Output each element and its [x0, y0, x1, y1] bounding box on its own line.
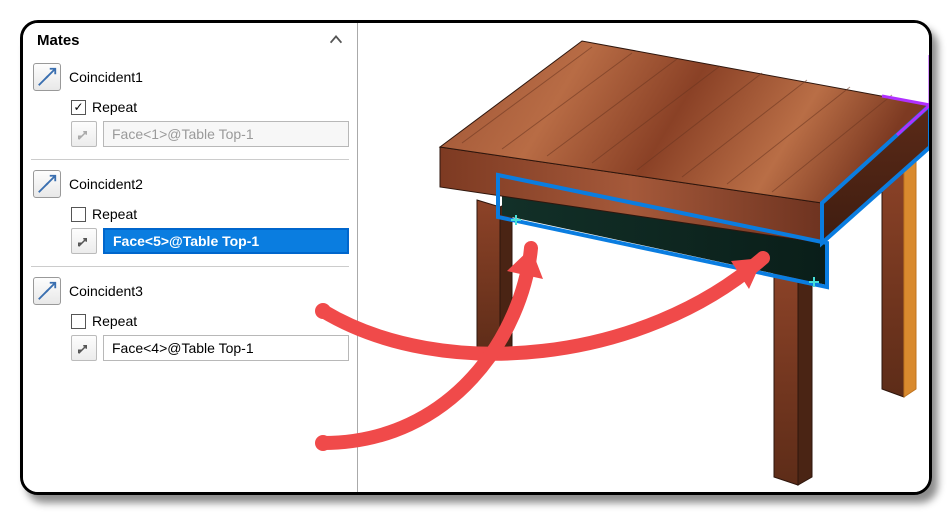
mate-group-2: Coincident2 Repeat Face<5>@Table Top-1 [31, 168, 349, 262]
reference-row: Face<1>@Table Top-1 [31, 121, 349, 155]
reference-row: Face<5>@Table Top-1 [31, 228, 349, 262]
coincident-mate-icon [33, 63, 61, 91]
mates-panel: Mates Coincident1 Repeat [23, 23, 358, 492]
mate-row[interactable]: Coincident3 [31, 275, 349, 311]
repeat-row[interactable]: Repeat [31, 311, 349, 335]
mate-row[interactable]: Coincident1 [31, 61, 349, 97]
mate-group-3: Coincident3 Repeat Face<4>@Table Top-1 [31, 275, 349, 369]
mate-name: Coincident2 [69, 176, 143, 192]
reference-field[interactable]: Face<5>@Table Top-1 [103, 228, 349, 254]
mate-name: Coincident1 [69, 69, 143, 85]
repeat-checkbox[interactable] [71, 100, 86, 115]
table-3d-model[interactable] [382, 25, 932, 495]
panel-header[interactable]: Mates [31, 27, 349, 55]
panel-title: Mates [37, 32, 80, 49]
replace-reference-icon[interactable] [71, 335, 97, 361]
repeat-label: Repeat [92, 99, 137, 115]
divider [31, 266, 349, 267]
reference-field[interactable]: Face<1>@Table Top-1 [103, 121, 349, 147]
reference-text: Face<5>@Table Top-1 [113, 233, 259, 249]
mate-name: Coincident3 [69, 283, 143, 299]
replace-reference-icon[interactable] [71, 121, 97, 147]
repeat-label: Repeat [92, 313, 137, 329]
mate-group-1: Coincident1 Repeat Face<1>@Table Top-1 [31, 61, 349, 155]
reference-text: Face<4>@Table Top-1 [112, 340, 254, 356]
reference-row: Face<4>@Table Top-1 [31, 335, 349, 369]
divider [31, 159, 349, 160]
repeat-row[interactable]: Repeat [31, 97, 349, 121]
chevron-up-icon[interactable] [327, 31, 345, 49]
reference-field[interactable]: Face<4>@Table Top-1 [103, 335, 349, 361]
repeat-checkbox[interactable] [71, 314, 86, 329]
repeat-row[interactable]: Repeat [31, 204, 349, 228]
graphics-viewport[interactable] [358, 23, 929, 492]
coincident-mate-icon [33, 277, 61, 305]
replace-reference-icon[interactable] [71, 228, 97, 254]
coincident-mate-icon [33, 170, 61, 198]
repeat-checkbox[interactable] [71, 207, 86, 222]
app-window: Mates Coincident1 Repeat [20, 20, 932, 495]
repeat-label: Repeat [92, 206, 137, 222]
mate-row[interactable]: Coincident2 [31, 168, 349, 204]
reference-text: Face<1>@Table Top-1 [112, 126, 254, 142]
